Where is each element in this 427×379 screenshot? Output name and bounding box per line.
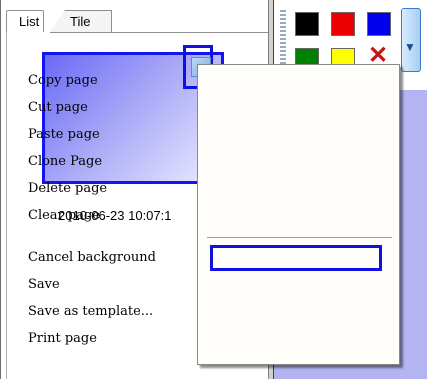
menu-item-cut-page[interactable]: Cut page [28,99,88,117]
panel-border [0,0,1,379]
menu-item-copy-page[interactable]: Copy page [28,72,98,90]
tab-strip-line [50,32,270,33]
color-swatch-black[interactable] [295,12,319,36]
cancel-background-highlight [210,245,382,271]
menu-item-delete-page[interactable]: Delete page [28,180,107,198]
color-swatch-red[interactable] [331,12,355,36]
context-menu [197,64,400,365]
menu-separator [207,237,392,238]
tab-list[interactable]: List [6,10,44,32]
menu-item-print-page[interactable]: Print page [28,330,97,348]
menu-item-cancel-background[interactable]: Cancel background [28,249,156,267]
menu-item-save[interactable]: Save [28,276,60,294]
menu-item-clone-page[interactable]: Clone Page [28,153,102,171]
menu-item-paste-page[interactable]: Paste page [28,126,100,144]
chevron-down-icon: ▼ [404,40,416,54]
color-swatch-blue[interactable] [367,12,391,36]
menu-item-clear-page[interactable]: Clear page [28,207,100,225]
panel-inner-border [6,32,7,379]
menu-item-save-as-template[interactable]: Save as template... [28,303,153,321]
